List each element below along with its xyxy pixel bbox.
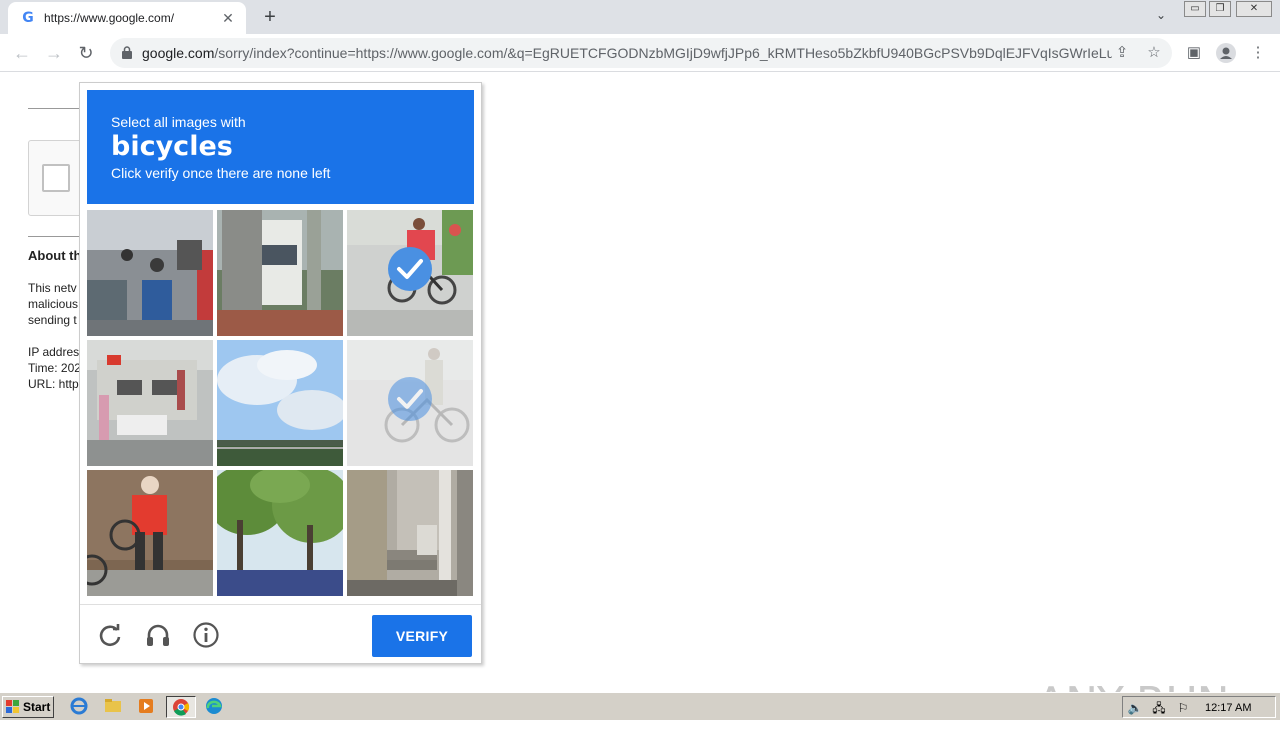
browser-toolbar: ← → ↻ google.com/sorry/index?continue=ht… — [0, 34, 1280, 72]
network-icon[interactable]: 🖧 — [1151, 700, 1167, 716]
new-tab-button[interactable]: + — [258, 6, 282, 28]
image-tile[interactable] — [87, 470, 213, 596]
tab-bar: G https://www.google.com/ ✕ + ⌄ ▭ ❐ ✕ — [0, 0, 1280, 34]
share-icon[interactable]: ⇪ — [1112, 43, 1132, 63]
url-text[interactable]: google.com/sorry/index?continue=https://… — [142, 45, 1112, 61]
verify-button[interactable]: VERIFY — [372, 615, 472, 657]
system-tray: 🔈 🖧 ⚐ 12:17 AM — [1122, 696, 1276, 718]
internet-explorer-icon[interactable] — [68, 696, 92, 718]
forward-arrow-icon[interactable]: → — [42, 41, 66, 65]
image-tile[interactable] — [87, 210, 213, 336]
taskbar: Start 🔈 🖧 ⚐ 12:17 AM — [0, 692, 1280, 720]
volume-icon[interactable]: 🔈 — [1127, 700, 1143, 716]
minimize-button[interactable]: ▭ — [1184, 1, 1206, 17]
menu-kebab-icon[interactable]: ⋮ — [1248, 43, 1268, 63]
challenge-instruction: Click verify once there are none left — [111, 165, 331, 181]
tab-close-icon[interactable]: ✕ — [220, 10, 236, 27]
start-button[interactable]: Start — [2, 696, 54, 718]
image-tile[interactable] — [217, 470, 343, 596]
restore-button[interactable]: ❐ — [1209, 1, 1231, 17]
file-explorer-icon[interactable] — [102, 696, 126, 718]
lock-icon — [122, 46, 132, 59]
recaptcha-checkbox[interactable] — [42, 164, 70, 192]
clock: 12:17 AM — [1205, 702, 1252, 714]
media-player-icon[interactable] — [135, 696, 159, 718]
address-bar[interactable]: google.com/sorry/index?continue=https://… — [110, 38, 1172, 68]
image-tile[interactable] — [217, 340, 343, 466]
reload-icon[interactable]: ↻ — [74, 41, 98, 65]
close-window-button[interactable]: ✕ — [1236, 1, 1272, 17]
image-tile-selected[interactable] — [347, 210, 473, 336]
tab-search-chevron-icon[interactable]: ⌄ — [1152, 8, 1170, 26]
page-content: About th This netv malicious sending t I… — [0, 72, 1280, 729]
profile-avatar-icon[interactable] — [1216, 43, 1236, 63]
image-tile[interactable] — [217, 210, 343, 336]
chrome-icon[interactable] — [166, 696, 196, 718]
selected-check-icon — [388, 377, 432, 421]
challenge-subtitle: Select all images with — [111, 114, 246, 130]
windows-logo-icon — [6, 700, 19, 713]
recaptcha-challenge-popup: Select all images with bicycles Click ve… — [79, 82, 482, 664]
image-tile[interactable] — [347, 470, 473, 596]
image-tile[interactable] — [87, 340, 213, 466]
tab-title: https://www.google.com/ — [44, 11, 175, 25]
google-favicon-icon: G — [22, 10, 34, 26]
info-icon[interactable] — [192, 621, 220, 649]
selected-check-icon — [388, 247, 432, 291]
reload-challenge-icon[interactable] — [96, 621, 124, 649]
browser-tab[interactable]: G https://www.google.com/ ✕ — [8, 2, 246, 34]
image-tile-selected[interactable] — [347, 340, 473, 466]
action-center-flag-icon[interactable]: ⚐ — [1175, 700, 1191, 716]
image-grid — [87, 210, 474, 597]
side-panel-icon[interactable]: ▣ — [1184, 43, 1204, 63]
challenge-footer: VERIFY — [80, 604, 481, 663]
challenge-header: Select all images with bicycles Click ve… — [87, 90, 474, 204]
audio-challenge-icon[interactable] — [144, 621, 172, 649]
edge-icon[interactable] — [203, 696, 227, 718]
back-arrow-icon[interactable]: ← — [10, 41, 34, 65]
bookmark-star-icon[interactable]: ☆ — [1144, 43, 1164, 63]
challenge-keyword: bicycles — [111, 131, 233, 162]
